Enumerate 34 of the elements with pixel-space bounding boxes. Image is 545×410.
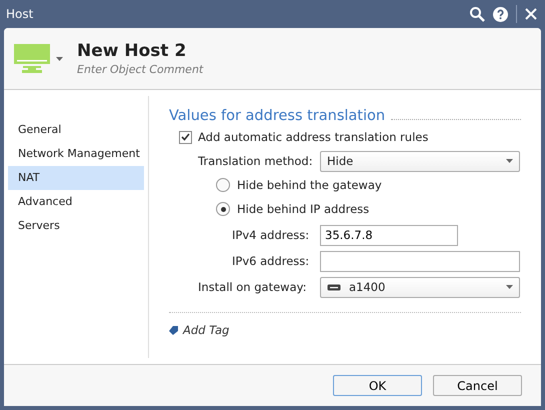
sidebar-item[interactable]: Servers [8,214,144,238]
radio-label: Hide behind IP address [237,202,370,216]
radio-button[interactable] [216,178,230,192]
object-name[interactable]: New Host 2 [77,41,204,61]
caret-icon [56,56,63,60]
field-label: Translation method: [198,154,314,168]
radio-button[interactable] [216,202,230,216]
cancel-button[interactable]: Cancel [433,375,522,396]
method-dropdown[interactable]: Hide [320,150,520,172]
sidebar-item[interactable]: Network Management [8,142,144,166]
sidebar-item[interactable]: NAT [8,166,144,190]
ipv4-field[interactable]: 35.6.7.8 [320,224,458,246]
ipv6-field[interactable] [320,250,520,272]
field-label: IPv6 address: [232,254,310,268]
tag-icon [169,326,178,334]
help-icon[interactable] [493,6,508,22]
gateway-icon [327,284,341,290]
search-icon[interactable] [469,6,485,22]
close-icon[interactable] [525,8,537,20]
comment-field[interactable]: Enter Object Comment [77,63,204,76]
field-label: IPv4 address: [232,228,310,242]
add-tag-link[interactable]: Add Tag [169,323,521,337]
gateway-dropdown[interactable]: a1400 [320,276,520,298]
checkbox-label: Add automatic address translation rules [198,130,428,144]
field-label: Install on gateway: [198,280,308,294]
caret-icon [506,285,513,289]
section-title: Values for address translation [169,108,386,124]
sidebar-item[interactable]: General [8,118,144,142]
ok-button[interactable]: OK [333,375,422,396]
checkbox[interactable] [179,130,192,144]
radio-label: Hide behind the gateway [237,178,382,192]
caret-icon [506,159,513,163]
window-title: Host [6,7,34,21]
sidebar-item[interactable]: Advanced [8,190,144,214]
